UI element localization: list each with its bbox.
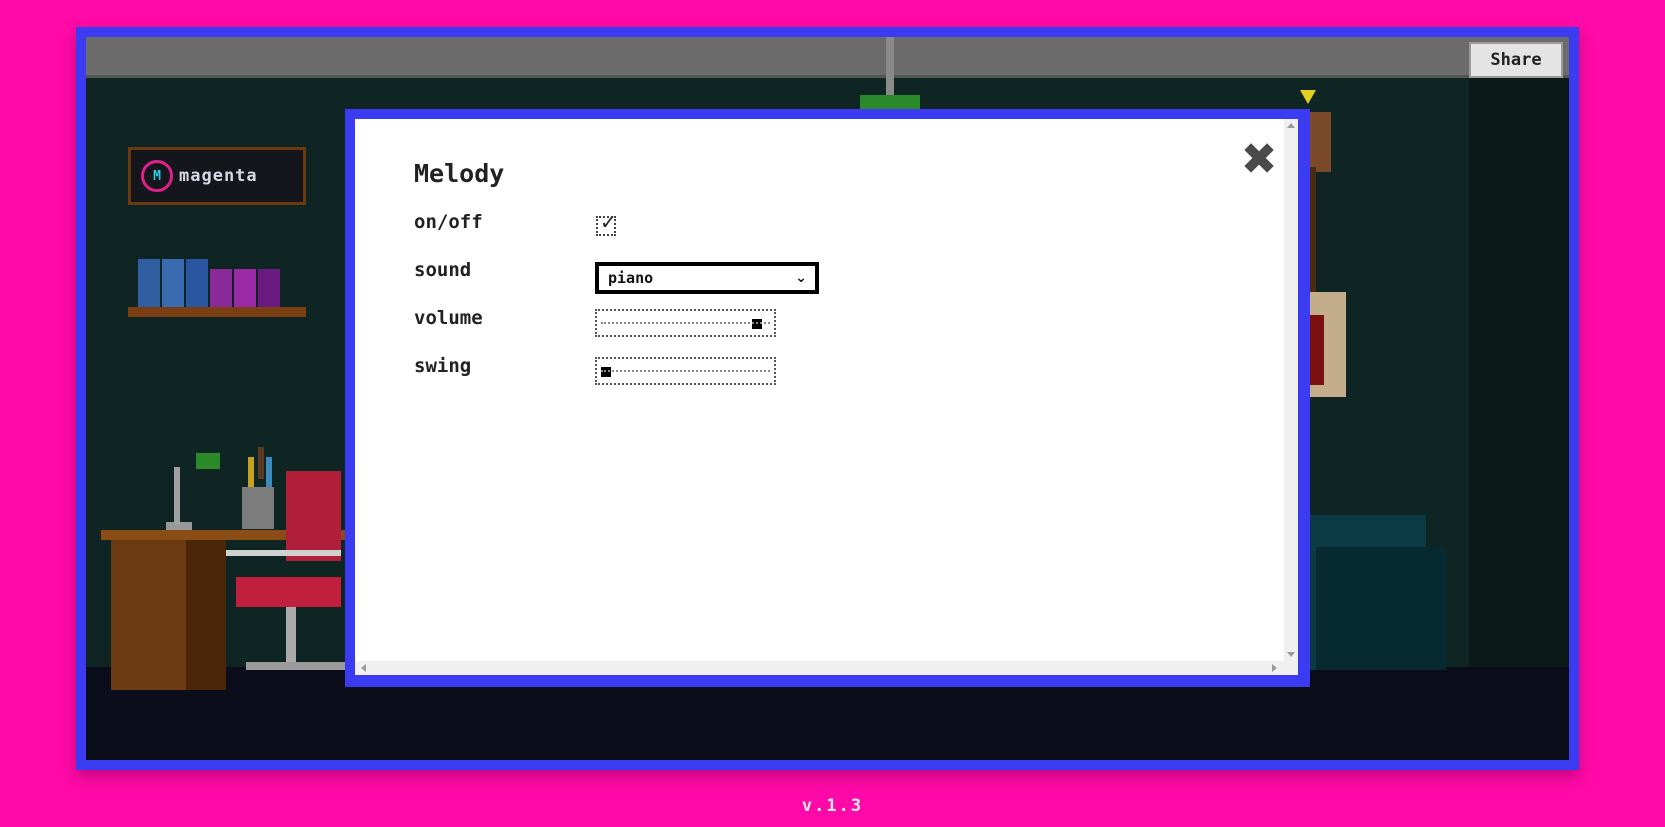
scroll-up-icon[interactable] xyxy=(1287,123,1295,128)
panel-title: Melody xyxy=(414,159,505,188)
share-button[interactable]: Share xyxy=(1469,42,1563,78)
book-icon xyxy=(186,259,208,311)
magenta-sign-text: magenta xyxy=(179,166,258,186)
book-icon xyxy=(258,269,280,311)
volume-label: volume xyxy=(414,307,483,329)
sound-select[interactable]: piano ⌄ xyxy=(595,262,819,294)
version-label: v.1.3 xyxy=(801,796,864,816)
desk-lamp-arm xyxy=(174,467,180,525)
sofa-arm xyxy=(1316,547,1446,670)
scroll-down-icon[interactable] xyxy=(1287,652,1295,657)
scroll-right-icon[interactable] xyxy=(1272,664,1277,672)
volume-slider-thumb[interactable] xyxy=(752,319,763,329)
pencil-icon xyxy=(248,457,254,489)
swing-slider-thumb[interactable] xyxy=(601,367,611,377)
horizontal-scrollbar[interactable] xyxy=(355,661,1298,675)
book-shelf xyxy=(128,307,306,317)
chair-seat xyxy=(236,577,341,607)
chair-post xyxy=(286,607,296,667)
chair-back xyxy=(286,471,341,561)
onoff-checkbox[interactable]: ✓ xyxy=(596,210,617,236)
swing-label: swing xyxy=(414,355,472,377)
guitar-marker-icon[interactable] xyxy=(1300,90,1316,104)
right-wall xyxy=(1469,77,1569,667)
desk-side xyxy=(186,540,226,690)
pencil-cup-icon xyxy=(242,487,274,529)
check-icon: ✓ xyxy=(600,210,617,234)
sound-label: sound xyxy=(414,259,472,281)
close-icon[interactable]: ✖ xyxy=(1240,138,1278,182)
onoff-label: on/off xyxy=(414,211,483,233)
book-icon xyxy=(138,259,160,311)
melody-dialog-frame: Melody ✖ on/off ✓ sound piano ⌄ volume s… xyxy=(345,109,1310,687)
magenta-logo-icon: M xyxy=(141,160,173,192)
scroll-left-icon[interactable] xyxy=(361,664,366,672)
chair-frame xyxy=(226,550,341,556)
book-icon xyxy=(162,259,184,311)
swing-slider[interactable] xyxy=(595,357,776,385)
ceiling-lamp-cord xyxy=(886,37,894,95)
book-icon xyxy=(210,269,232,311)
melody-dialog: Melody ✖ on/off ✓ sound piano ⌄ volume s… xyxy=(355,119,1298,675)
volume-slider[interactable] xyxy=(595,309,776,337)
sound-select-value: piano xyxy=(608,269,654,287)
chevron-down-icon: ⌄ xyxy=(795,270,807,286)
vertical-scrollbar[interactable] xyxy=(1284,119,1298,661)
desk-lamp-icon xyxy=(196,453,220,469)
magenta-sign: M magenta xyxy=(128,147,306,205)
book-icon xyxy=(234,269,256,311)
ceiling-bar: Share xyxy=(86,37,1569,78)
pencil-icon xyxy=(266,457,272,489)
pencil-icon xyxy=(258,447,264,479)
chair-base xyxy=(246,662,346,670)
